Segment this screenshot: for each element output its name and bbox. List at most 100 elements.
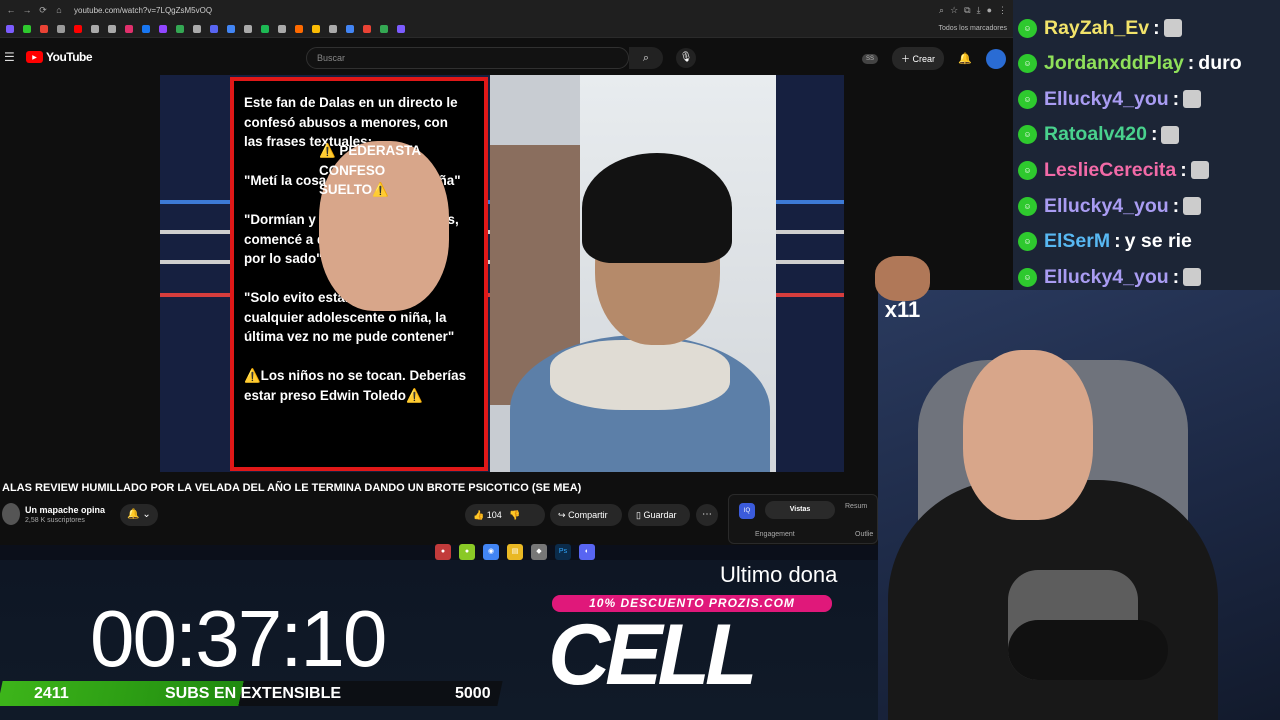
chat-emote-icon [1183,268,1202,287]
bookmark-icon[interactable] [312,24,320,33]
chat-emote-icon [1190,161,1209,180]
download-icon[interactable]: ⤓ [977,5,981,16]
youtube-logo[interactable]: ▶ YouTube [26,50,93,64]
bookmark-icon[interactable] [397,24,405,33]
twitch-icon[interactable] [159,24,167,33]
bookmark-icon[interactable] [227,24,235,33]
channel-avatar[interactable] [2,503,20,525]
zoom-icon[interactable]: ⌕ [939,5,944,16]
photo-collar [550,340,730,410]
search-icon[interactable]: ⌕ [629,47,663,69]
bookmark-icon[interactable] [295,24,303,33]
chat-overlay: ☺ RayZah_Ev: ☺ JordanxddPlay: duro ☺ Ellucky4_… [1013,0,1280,290]
address-bar[interactable]: youtube.com/watch?v=7LQgZsM5vOQ [74,6,254,15]
bookmark-icon[interactable] [210,24,218,33]
engagement-label: Engagement [755,531,795,538]
subs-count: 2411 [34,685,69,702]
create-button[interactable]: ＋ Crear [892,47,945,70]
save-label: Guardar [643,510,677,520]
reload-icon[interactable]: ⟳ [38,5,48,16]
chat-username[interactable]: Ellucky4_you [1044,88,1169,111]
card-heading: ⚠️ PEDERASTA CONFESO SUELTO⚠️ [319,141,449,311]
chat-separator: : [1114,230,1121,253]
discord-icon[interactable]: ◐ [579,544,595,560]
like-button[interactable]: 👍 104 👎 [465,504,545,526]
chat-message: ☺ Ellucky4_you: [1018,192,1202,220]
microphone [1008,620,1168,680]
chat-username[interactable]: Ratoalv420 [1044,123,1147,146]
back-icon[interactable]: ← [6,5,16,15]
bookmark-icon[interactable] [176,24,184,33]
more-icon[interactable]: ⋯ [696,504,718,526]
photoshop-icon[interactable]: Ps [555,544,571,560]
video-player[interactable]: ⚠️ PEDERASTA CONFESO SUELTO⚠️ Este fan d… [160,75,844,472]
gmail-icon[interactable] [40,24,48,33]
share-button[interactable]: ↪ Compartir [550,504,622,526]
chat-text: duro [1198,52,1242,75]
youtube-icon[interactable] [74,24,82,33]
bookmark-icon[interactable] [329,24,337,33]
account-badge[interactable]: SS [862,53,879,64]
subscription-bell-button[interactable]: 🔔 ⌄ [120,504,158,526]
forward-icon[interactable]: → [22,5,32,15]
chat-message: ☺ LeslieCerecita: [1018,156,1209,184]
instagram-icon[interactable] [125,24,133,33]
bookmark-icon[interactable] [346,24,354,33]
bookmark-icon[interactable] [193,24,201,33]
all-bookmarks[interactable]: Todos los marcadores [939,25,1007,32]
notifications-icon[interactable]: 🔔 [958,52,972,65]
chat-badge-icon: ☺ [1018,125,1037,145]
chat-username[interactable]: Ellucky4_you [1044,195,1169,218]
chat-username[interactable]: JordanxddPlay [1044,52,1184,75]
bookmark-icon[interactable] [57,24,65,33]
chat-username[interactable]: Ellucky4_you [1044,266,1169,289]
subs-label: SUBS EN EXTENSIBLE [165,685,342,702]
chat-username[interactable]: RayZah_Ev [1044,17,1149,40]
chat-badge-icon: ☺ [1018,232,1037,252]
avatar[interactable] [985,48,1006,69]
emote-combo: x11 [875,256,930,326]
home-icon[interactable]: ⌂ [54,5,64,15]
thumbs-down-icon[interactable]: 👎 [504,510,520,520]
bookmark-icon: ▯ [636,510,641,520]
chat-username[interactable]: ElSerM [1044,230,1110,253]
tab-summary[interactable]: Resum [845,503,867,510]
stream-screen: ← → ⟳ ⌂ youtube.com/watch?v=7LQgZsM5vOQ … [0,0,1280,720]
bookmark-icon[interactable] [6,24,14,33]
search-input[interactable]: Buscar [306,47,629,69]
star-icon[interactable]: ☆ [950,5,958,16]
browser-toolbar: ← → ⟳ ⌂ youtube.com/watch?v=7LQgZsM5vOQ … [0,0,1013,20]
extension-logo-icon[interactable]: IQ [739,503,755,519]
chat-separator: : [1180,158,1187,181]
save-button[interactable]: ▯ Guardar [628,504,690,526]
channel-name[interactable]: Un mapache opina [25,505,105,515]
bookmark-icon[interactable] [108,24,116,33]
bookmark-icon[interactable] [278,24,286,33]
bookmark-icon[interactable] [244,24,252,33]
bookmark-icon[interactable] [261,24,269,33]
subs-goal: 5000 [455,685,491,702]
share-icon: ↪ [558,510,566,520]
header-actions: SS ＋ Crear 🔔 [862,47,1006,70]
app-icon[interactable]: ● [459,544,475,560]
subathon-timer: 00:37:10 [90,594,387,683]
chat-username[interactable]: LeslieCerecita [1044,159,1176,182]
last-donation-label: Ultimo dona [720,562,838,587]
obs-icon[interactable]: ● [435,544,451,560]
folder-icon[interactable]: ▤ [507,544,523,560]
bookmark-icon[interactable] [142,24,150,33]
bookmark-icon[interactable] [23,24,31,33]
chrome-icon[interactable]: ◉ [483,544,499,560]
bookmark-icon[interactable] [363,24,371,33]
tab-views[interactable]: Vistas [765,501,835,519]
chat-message: ☺ RayZah_Ev: [1018,14,1182,42]
bookmark-icon[interactable] [380,24,388,33]
warning-card: ⚠️ PEDERASTA CONFESO SUELTO⚠️ Este fan d… [230,77,488,471]
microphone-icon[interactable]: 🎙 [676,48,696,68]
menu-icon[interactable]: ⋮ [998,5,1007,16]
hamburger-icon[interactable]: ☰ [4,50,18,64]
profile-icon[interactable]: ● [987,5,992,16]
bookmark-icon[interactable] [91,24,99,33]
extensions-icon[interactable]: ⧉ [964,5,970,16]
app-icon[interactable]: ◆ [531,544,547,560]
